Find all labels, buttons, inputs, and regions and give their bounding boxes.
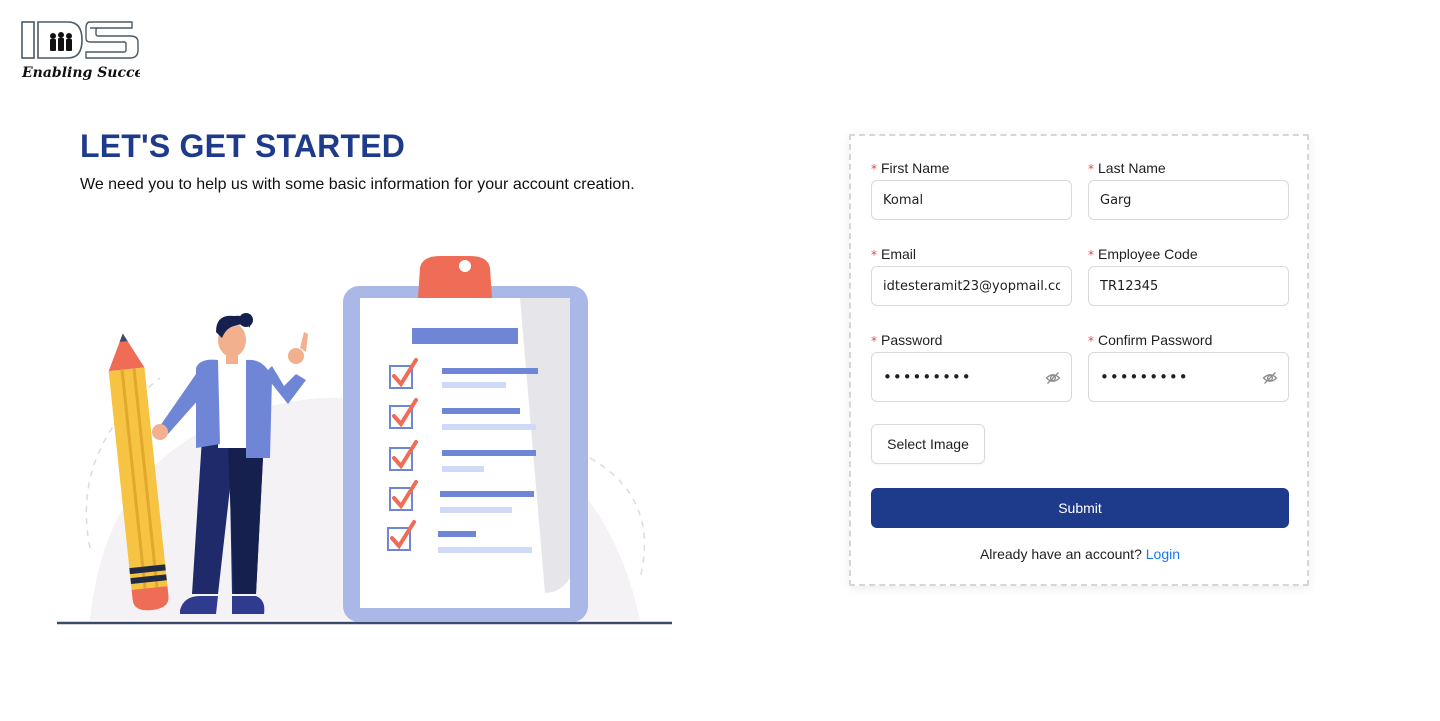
last-name-label: Last Name <box>1098 160 1166 176</box>
page-title: LET'S GET STARTED <box>80 128 406 164</box>
first-name-label: First Name <box>881 160 950 176</box>
email-input[interactable] <box>872 267 1071 305</box>
employee-code-field: * Employee Code <box>1088 244 1289 306</box>
confirm-password-field: * Confirm Password <box>1088 330 1289 402</box>
submit-button[interactable]: Submit <box>871 488 1289 528</box>
required-marker: * <box>1088 248 1094 262</box>
required-marker: * <box>871 248 877 262</box>
login-link[interactable]: Login <box>1146 546 1180 562</box>
first-name-input[interactable] <box>872 181 1071 219</box>
required-marker: * <box>1088 334 1094 348</box>
last-name-input[interactable] <box>1089 181 1288 219</box>
required-marker: * <box>1088 162 1094 176</box>
last-name-field: * Last Name <box>1088 158 1289 220</box>
confirm-password-input[interactable] <box>1089 353 1288 401</box>
employee-code-label: Employee Code <box>1098 246 1198 262</box>
confirm-password-label: Confirm Password <box>1098 332 1213 348</box>
company-logo: Enabling Success <box>20 20 140 82</box>
select-image-button[interactable]: Select Image <box>871 424 985 464</box>
logo-tagline: Enabling Success <box>21 65 140 81</box>
login-prompt: Already have an account? Login <box>871 546 1289 562</box>
email-label: Email <box>881 246 917 262</box>
email-field: * Email <box>871 244 1072 306</box>
signup-illustration <box>50 248 680 628</box>
page-subtitle: We need you to help us with some basic i… <box>80 176 635 193</box>
password-field: * Password <box>871 330 1072 402</box>
password-label: Password <box>881 332 943 348</box>
required-marker: * <box>871 334 877 348</box>
registration-form: * First Name * Last Name * Email * Employee … <box>849 134 1309 586</box>
eye-invisible-icon[interactable] <box>1045 370 1061 386</box>
employee-code-input[interactable] <box>1089 267 1288 305</box>
login-prompt-text: Already have an account? <box>979 546 1142 562</box>
password-input[interactable] <box>872 353 1071 401</box>
eye-invisible-icon[interactable] <box>1262 370 1278 386</box>
first-name-field: * First Name <box>871 158 1072 220</box>
required-marker: * <box>871 162 877 176</box>
